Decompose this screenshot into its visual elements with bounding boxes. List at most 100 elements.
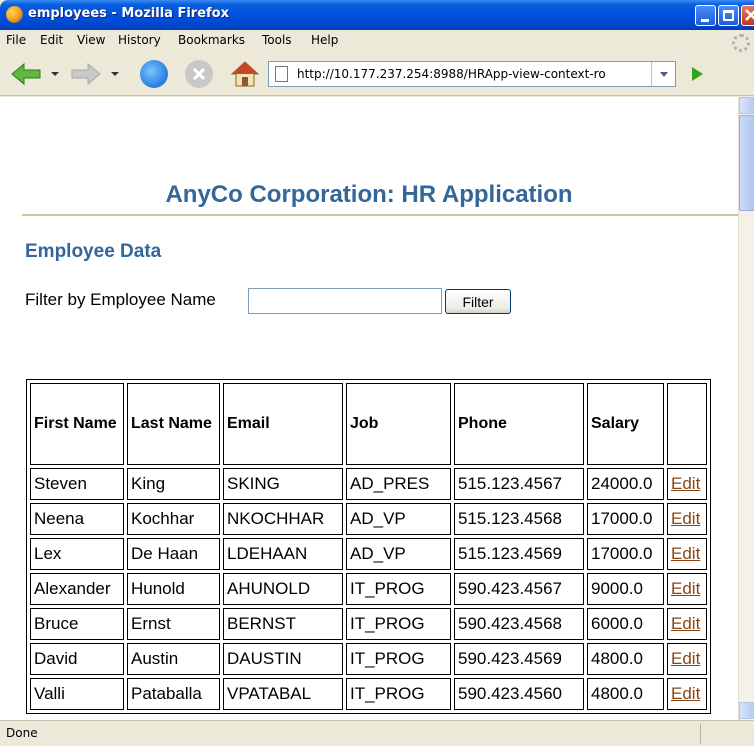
cell-edit: Edit bbox=[667, 608, 707, 640]
minimize-button[interactable] bbox=[695, 5, 716, 26]
menu-bar: File Edit View History Bookmarks Tools H… bbox=[0, 30, 754, 52]
cell-phone: 515.123.4569 bbox=[454, 538, 584, 570]
cell-last-name: Ernst bbox=[127, 608, 220, 640]
edit-link[interactable]: Edit bbox=[671, 509, 700, 528]
employee-table: First Name Last Name Email Job Phone Sal… bbox=[26, 379, 711, 714]
cell-email: NKOCHHAR bbox=[223, 503, 343, 535]
edit-link[interactable]: Edit bbox=[671, 649, 700, 668]
cell-salary: 24000.0 bbox=[587, 468, 664, 500]
page-content: AnyCo Corporation: HR Application Employ… bbox=[0, 97, 738, 720]
edit-link[interactable]: Edit bbox=[671, 474, 700, 493]
cell-first-name: Alexander bbox=[30, 573, 124, 605]
cell-last-name: De Haan bbox=[127, 538, 220, 570]
home-icon[interactable] bbox=[230, 60, 260, 88]
cell-first-name: Neena bbox=[30, 503, 124, 535]
back-history-dropdown-icon[interactable] bbox=[51, 72, 59, 76]
reload-icon[interactable] bbox=[140, 60, 168, 88]
header-first-name: First Name bbox=[30, 383, 124, 465]
stop-icon[interactable] bbox=[185, 60, 213, 88]
url-text[interactable]: http://10.177.237.254:8988/HRApp-view-co… bbox=[297, 67, 645, 81]
cell-email: AHUNOLD bbox=[223, 573, 343, 605]
filter-label: Filter by Employee Name bbox=[25, 290, 216, 309]
edit-link[interactable]: Edit bbox=[671, 614, 700, 633]
cell-email: SKING bbox=[223, 468, 343, 500]
edit-link[interactable]: Edit bbox=[671, 579, 700, 598]
menu-file[interactable]: File bbox=[6, 33, 26, 47]
menu-edit[interactable]: Edit bbox=[40, 33, 63, 47]
title-divider bbox=[22, 214, 738, 216]
table-row: Lex De Haan LDEHAAN AD_VP 515.123.4569 17000.… bbox=[30, 538, 707, 570]
forward-arrow-icon[interactable] bbox=[70, 62, 102, 86]
cell-salary: 17000.0 bbox=[587, 538, 664, 570]
go-arrow-icon bbox=[692, 67, 703, 81]
vertical-scrollbar[interactable] bbox=[738, 97, 754, 720]
cell-last-name: King bbox=[127, 468, 220, 500]
scroll-up-arrow-icon[interactable] bbox=[739, 97, 754, 114]
table-row: David Austin DAUSTIN IT_PROG 590.423.4569 480… bbox=[30, 643, 707, 675]
cell-salary: 6000.0 bbox=[587, 608, 664, 640]
cell-last-name: Kochhar bbox=[127, 503, 220, 535]
edit-link[interactable]: Edit bbox=[671, 544, 700, 563]
forward-history-dropdown-icon[interactable] bbox=[111, 72, 119, 76]
cell-phone: 590.423.4567 bbox=[454, 573, 584, 605]
menu-view[interactable]: View bbox=[77, 33, 105, 47]
close-button[interactable] bbox=[741, 5, 754, 26]
table-row: Steven King SKING AD_PRES 515.123.4567 24000.… bbox=[30, 468, 707, 500]
app-title: AnyCo Corporation: HR Application bbox=[165, 181, 573, 208]
go-button[interactable] bbox=[684, 63, 710, 85]
cell-last-name: Austin bbox=[127, 643, 220, 675]
address-bar[interactable]: http://10.177.237.254:8988/HRApp-view-co… bbox=[268, 61, 676, 87]
table-row: Bruce Ernst BERNST IT_PROG 590.423.4568 6000.… bbox=[30, 608, 707, 640]
cell-email: BERNST bbox=[223, 608, 343, 640]
minimize-icon bbox=[701, 19, 709, 22]
cell-salary: 4800.0 bbox=[587, 678, 664, 710]
back-arrow-icon[interactable] bbox=[10, 62, 42, 86]
cell-first-name: David bbox=[30, 643, 124, 675]
status-divider bbox=[700, 724, 701, 744]
page-icon bbox=[275, 66, 288, 82]
title-bar[interactable]: employees - Mozilla Firefox bbox=[0, 0, 754, 30]
browser-window: employees - Mozilla Firefox File Edit Vi… bbox=[0, 0, 754, 746]
cell-edit: Edit bbox=[667, 573, 707, 605]
cell-first-name: Bruce bbox=[30, 608, 124, 640]
cell-salary: 17000.0 bbox=[587, 503, 664, 535]
header-job: Job bbox=[346, 383, 451, 465]
table-row: Alexander Hunold AHUNOLD IT_PROG 590.423.456… bbox=[30, 573, 707, 605]
table-row: Neena Kochhar NKOCHHAR AD_VP 515.123.4568 170… bbox=[30, 503, 707, 535]
cell-last-name: Pataballa bbox=[127, 678, 220, 710]
header-phone: Phone bbox=[454, 383, 584, 465]
edit-link[interactable]: Edit bbox=[671, 684, 700, 703]
firefox-icon bbox=[6, 6, 23, 23]
header-actions bbox=[667, 383, 707, 465]
menu-tools[interactable]: Tools bbox=[262, 33, 292, 47]
cell-last-name: Hunold bbox=[127, 573, 220, 605]
cell-first-name: Valli bbox=[30, 678, 124, 710]
menu-history[interactable]: History bbox=[118, 33, 161, 47]
cell-phone: 515.123.4568 bbox=[454, 503, 584, 535]
cell-email: LDEHAAN bbox=[223, 538, 343, 570]
section-title: Employee Data bbox=[25, 241, 162, 262]
cell-job: IT_PROG bbox=[346, 678, 451, 710]
cell-job: IT_PROG bbox=[346, 573, 451, 605]
close-icon bbox=[745, 9, 754, 21]
status-bar: Done bbox=[0, 720, 754, 746]
status-text: Done bbox=[6, 726, 38, 740]
cell-job: IT_PROG bbox=[346, 643, 451, 675]
window-title: employees - Mozilla Firefox bbox=[28, 6, 229, 21]
navigation-toolbar: http://10.177.237.254:8988/HRApp-view-co… bbox=[0, 52, 754, 96]
menu-bookmarks[interactable]: Bookmarks bbox=[178, 33, 245, 47]
cell-job: AD_PRES bbox=[346, 468, 451, 500]
cell-phone: 590.423.4568 bbox=[454, 608, 584, 640]
scroll-down-arrow-icon[interactable] bbox=[739, 702, 754, 719]
menu-help[interactable]: Help bbox=[311, 33, 338, 47]
maximize-icon bbox=[723, 10, 734, 21]
cell-edit: Edit bbox=[667, 538, 707, 570]
maximize-button[interactable] bbox=[718, 5, 739, 26]
scroll-thumb[interactable] bbox=[739, 115, 754, 211]
activity-throbber-icon bbox=[732, 34, 750, 52]
cell-edit: Edit bbox=[667, 643, 707, 675]
table-row: Valli Pataballa VPATABAL IT_PROG 590.423.456… bbox=[30, 678, 707, 710]
filter-button[interactable]: Filter bbox=[445, 289, 511, 314]
filter-name-input[interactable] bbox=[248, 288, 442, 314]
url-history-dropdown[interactable] bbox=[651, 62, 675, 86]
